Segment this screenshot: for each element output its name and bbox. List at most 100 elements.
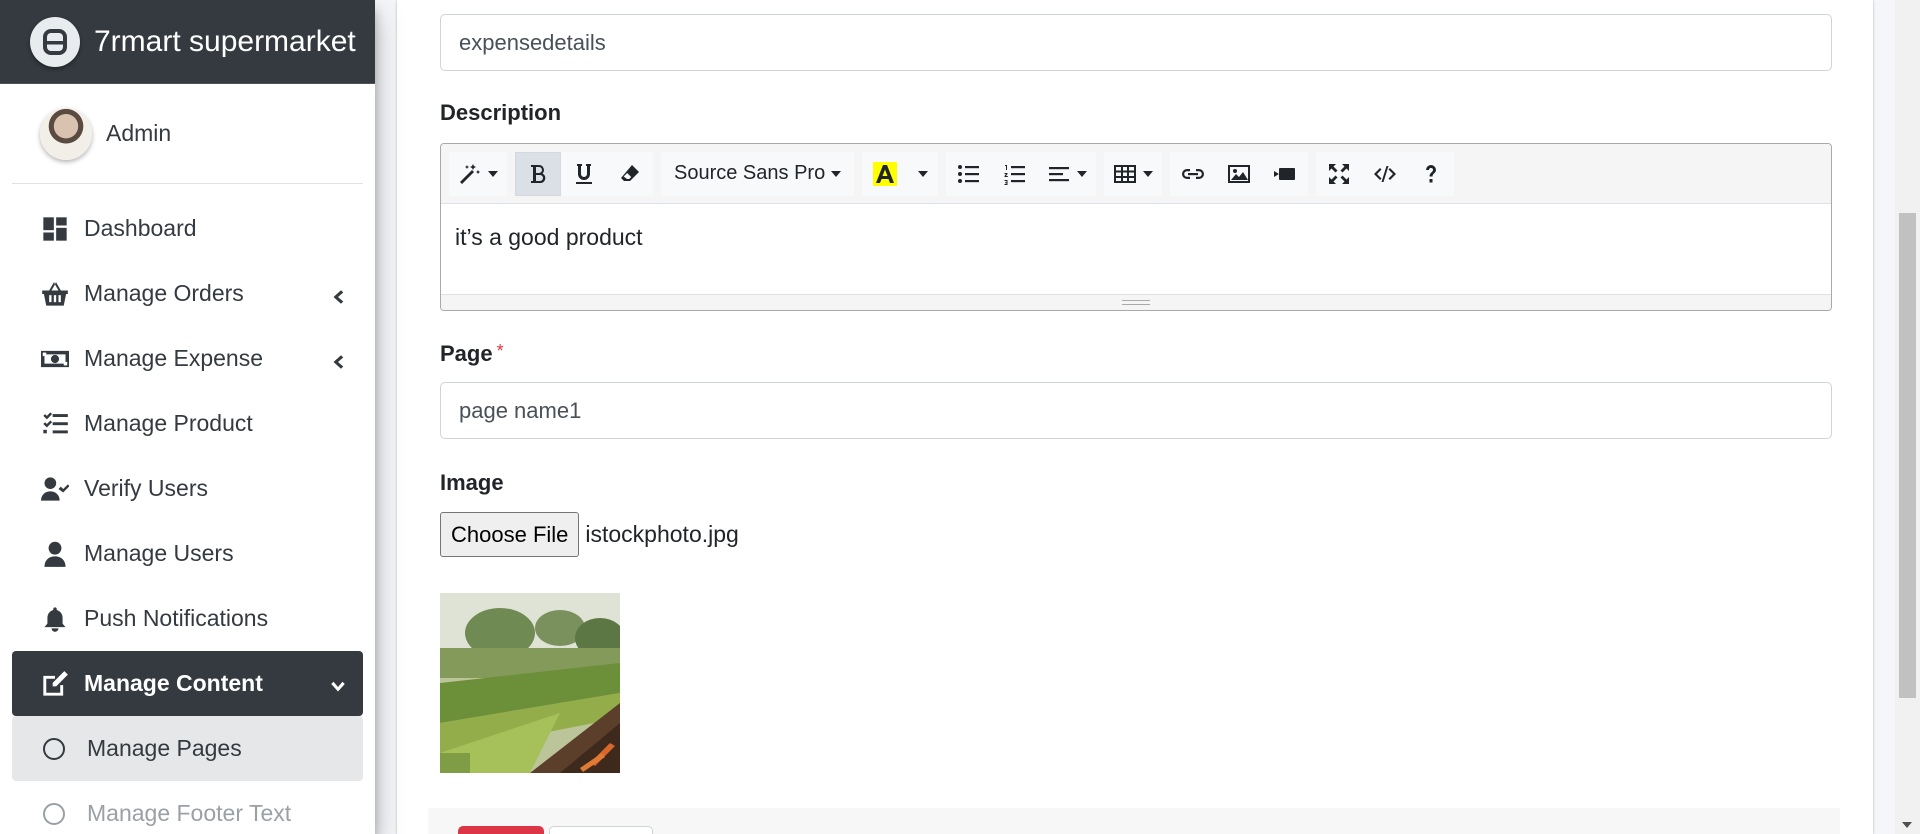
expand-icon	[1329, 163, 1350, 184]
magic-wand-icon	[460, 163, 480, 184]
bold-icon	[531, 164, 546, 183]
sidebar-item-manage-pages[interactable]: Manage Pages	[12, 716, 363, 781]
edit-icon	[40, 669, 70, 699]
chevron-left-icon	[329, 350, 347, 369]
color-dropdown-button[interactable]	[908, 151, 939, 196]
money-bill-icon	[40, 344, 70, 374]
required-mark: *	[496, 341, 504, 361]
page-input-value: page name1	[459, 397, 582, 423]
image-file-input: Choose File istockphoto.jpg	[440, 512, 739, 557]
sidebar-item-label: Push Notifications	[84, 605, 269, 631]
brand-logo-icon	[30, 16, 80, 67]
style-dropdown-button[interactable]	[449, 151, 507, 196]
bold-button[interactable]	[515, 151, 561, 196]
sidebar-nav: Dashboard Manage Orders Manage Expense M…	[0, 184, 375, 834]
circle-icon	[43, 737, 65, 760]
sidebar-item-dashboard[interactable]: Dashboard	[12, 196, 363, 261]
question-icon	[1426, 164, 1437, 182]
user-icon	[40, 539, 70, 569]
sidebar-item-label: Manage Content	[84, 670, 263, 696]
underline-button[interactable]	[561, 151, 607, 196]
eraser-icon	[621, 164, 639, 181]
sidebar-item-manage-users[interactable]: Manage Users	[12, 521, 363, 586]
font-family-label: Source Sans Pro	[674, 162, 826, 184]
picture-icon	[1228, 164, 1251, 183]
description-editor: Source Sans Pro it’s a good product	[440, 143, 1832, 311]
fullscreen-button[interactable]	[1316, 151, 1363, 196]
user-panel[interactable]: Admin	[12, 84, 363, 184]
sidebar-item-label: Manage Orders	[84, 280, 244, 306]
chevron-down-icon	[329, 675, 347, 693]
clear-format-button[interactable]	[607, 151, 653, 196]
page-input[interactable]: page name1	[440, 382, 1832, 439]
image-preview	[440, 593, 620, 773]
sidebar-item-label: Verify Users	[84, 475, 208, 501]
insert-link-button[interactable]	[1170, 151, 1217, 196]
code-view-button[interactable]	[1362, 151, 1409, 196]
file-name-text: istockphoto.jpg	[585, 521, 739, 547]
image-label: Image	[440, 470, 504, 495]
description-label: Description	[440, 100, 562, 125]
unordered-list-button[interactable]	[946, 151, 993, 196]
sidebar-item-push-notifications[interactable]: Push Notifications	[12, 586, 363, 651]
caret-down-icon	[918, 170, 929, 177]
content-card: expensedetails Description Source Sans P…	[397, 0, 1873, 834]
sidebar-item-manage-content[interactable]: Manage Content	[12, 651, 363, 716]
sidebar: 7rmart supermarket Admin Dashboard Manag…	[0, 0, 375, 834]
user-check-icon	[40, 474, 70, 504]
sidebar-item-manage-product[interactable]: Manage Product	[12, 391, 363, 456]
editor-toolbar: Source Sans Pro	[441, 144, 1831, 204]
insert-video-button[interactable]	[1262, 151, 1309, 196]
card-footer	[428, 808, 1840, 834]
description-editor-area[interactable]: it’s a good product	[441, 204, 1831, 294]
link-icon	[1182, 168, 1205, 179]
ordered-list-button[interactable]	[992, 151, 1039, 196]
font-family-dropdown[interactable]: Source Sans Pro	[661, 151, 855, 196]
list-ol-icon	[1004, 164, 1026, 185]
code-icon	[1374, 165, 1397, 182]
sidebar-item-label: Manage Footer Text	[87, 800, 292, 826]
chevron-left-icon	[329, 285, 347, 304]
editor-resize-handle[interactable]	[441, 294, 1831, 310]
circle-icon	[43, 802, 65, 825]
brand-link[interactable]: 7rmart supermarket	[0, 0, 375, 84]
sidebar-item-manage-orders[interactable]: Manage Orders	[12, 261, 363, 326]
dashboard-icon	[40, 214, 70, 244]
sidebar-item-verify-users[interactable]: Verify Users	[12, 456, 363, 521]
text-color-button[interactable]	[862, 151, 909, 196]
user-name: Admin	[106, 120, 172, 146]
update-button[interactable]	[458, 826, 544, 834]
brand-name: 7rmart supermarket	[94, 24, 356, 58]
description-text: it’s a good product	[455, 224, 643, 250]
insert-picture-button[interactable]	[1216, 151, 1263, 196]
align-left-icon	[1049, 166, 1070, 181]
sidebar-item-label: Manage Expense	[84, 345, 264, 371]
page-label: Page *	[440, 341, 504, 367]
title-input[interactable]: expensedetails	[440, 14, 1832, 71]
table-icon	[1114, 164, 1137, 183]
sidebar-item-manage-expense[interactable]: Manage Expense	[12, 326, 363, 391]
sidebar-item-label: Manage Users	[84, 540, 234, 566]
bell-icon	[40, 604, 70, 634]
table-dropdown-button[interactable]	[1104, 151, 1163, 196]
list-ul-icon	[958, 164, 980, 183]
reset-button[interactable]	[549, 826, 653, 834]
help-button[interactable]	[1408, 151, 1455, 196]
basket-icon	[40, 279, 70, 309]
avatar	[40, 107, 92, 160]
page-label-text: Page	[440, 341, 493, 366]
title-input-value: expensedetails	[459, 29, 606, 55]
paragraph-align-dropdown[interactable]	[1038, 151, 1097, 196]
page-scrollbar[interactable]	[1895, 0, 1920, 834]
choose-file-button[interactable]: Choose File	[440, 512, 580, 557]
video-icon	[1274, 167, 1296, 180]
sidebar-item-label: Manage Pages	[87, 735, 242, 761]
underline-icon	[576, 163, 592, 184]
sidebar-item-label: Manage Product	[84, 410, 253, 436]
scroll-down-arrow-icon[interactable]	[1902, 822, 1912, 828]
tasks-list-icon	[40, 409, 70, 439]
scrollbar-thumb[interactable]	[1899, 213, 1916, 698]
sidebar-item-manage-footer-text[interactable]: Manage Footer Text	[12, 781, 363, 834]
font-color-icon	[873, 161, 898, 186]
sidebar-item-label: Dashboard	[84, 215, 197, 241]
